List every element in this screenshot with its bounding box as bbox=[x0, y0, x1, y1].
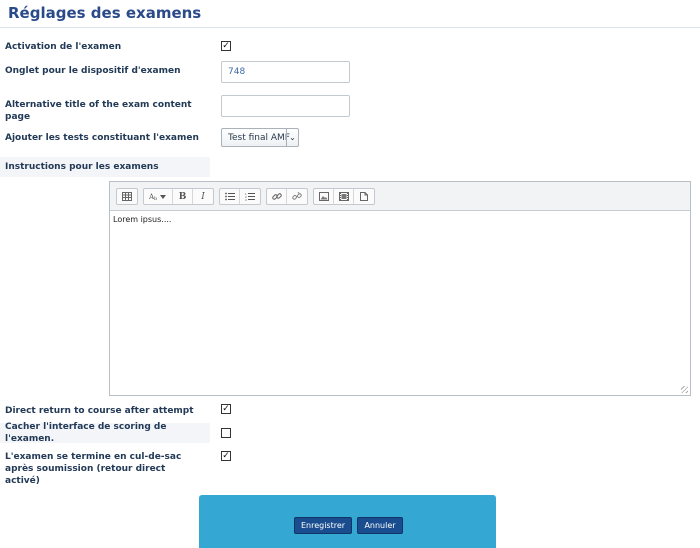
onglet-input[interactable]: 748 bbox=[221, 61, 350, 83]
bold-icon[interactable]: B bbox=[173, 189, 193, 204]
tests-select-value: Test final AMF bbox=[228, 132, 290, 143]
numbered-list-icon[interactable]: 123 bbox=[240, 189, 260, 204]
dead-end-checkbox[interactable]: ✓ bbox=[221, 451, 231, 461]
direct-return-checkbox[interactable]: ✓ bbox=[221, 404, 231, 414]
activation-label: Activation de l'examen bbox=[5, 42, 122, 52]
italic-icon[interactable]: I bbox=[193, 189, 213, 204]
page-title: Réglages des examens bbox=[8, 4, 202, 22]
check-icon: ✓ bbox=[222, 451, 230, 461]
check-icon: ✓ bbox=[222, 41, 230, 51]
cancel-button[interactable]: Annuler bbox=[357, 517, 403, 534]
tests-label: Ajouter les tests constituant l'examen bbox=[5, 133, 199, 143]
link-icon[interactable] bbox=[267, 189, 287, 204]
tests-select[interactable]: Test final AMF ⌄ bbox=[221, 128, 299, 147]
dead-end-label: L'examen se termine en cul-de-sac après … bbox=[5, 452, 182, 486]
editor-content[interactable]: Lorem ipsus.... bbox=[110, 211, 690, 228]
svg-text:b: b bbox=[154, 196, 157, 201]
bullet-list-icon[interactable] bbox=[220, 189, 240, 204]
editor-toolbar: Ab B I 123 bbox=[110, 182, 690, 211]
resize-grip-icon[interactable] bbox=[681, 386, 688, 393]
chevron-down-icon: ⌄ bbox=[286, 129, 298, 146]
hide-scoring-checkbox[interactable] bbox=[221, 428, 231, 438]
text-style-icon[interactable]: Ab bbox=[144, 189, 173, 204]
table-icon[interactable] bbox=[117, 189, 137, 204]
svg-text:3: 3 bbox=[245, 198, 247, 201]
onglet-label: Onglet pour le dispositif d'examen bbox=[5, 66, 181, 76]
form-actions-bar: Enregistrer Annuler bbox=[199, 495, 496, 548]
unlink-icon[interactable] bbox=[287, 189, 307, 204]
alt-title-label: Alternative title of the exam content pa… bbox=[5, 100, 192, 122]
instructions-label: Instructions pour les examens bbox=[0, 157, 210, 177]
media-icon[interactable] bbox=[334, 189, 354, 204]
save-button[interactable]: Enregistrer bbox=[294, 517, 352, 534]
file-icon[interactable] bbox=[354, 189, 374, 204]
direct-return-label: Direct return to course after attempt bbox=[5, 406, 194, 416]
instructions-editor[interactable]: Ab B I 123 Lorem ipsus.... bbox=[109, 181, 691, 396]
activation-checkbox[interactable]: ✓ bbox=[221, 41, 231, 51]
title-divider bbox=[0, 27, 700, 28]
alt-title-input[interactable] bbox=[221, 95, 350, 117]
hide-scoring-label: Cacher l'interface de scoring de l'exame… bbox=[0, 422, 210, 444]
image-icon[interactable] bbox=[314, 189, 334, 204]
check-icon: ✓ bbox=[222, 404, 230, 414]
